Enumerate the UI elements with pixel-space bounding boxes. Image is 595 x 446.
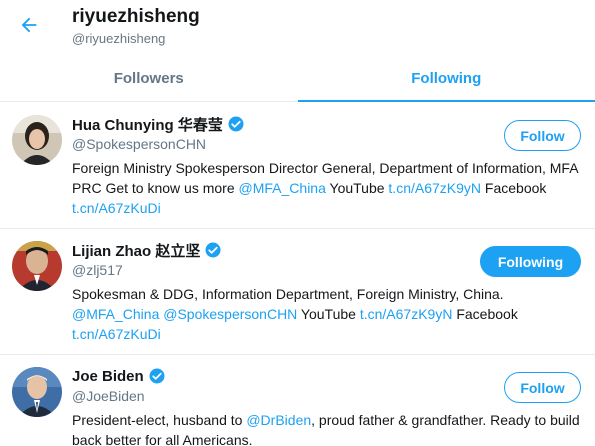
bio-link[interactable]: @MFA_China — [239, 180, 326, 196]
tab-bar: Followers Following — [0, 55, 595, 102]
avatar[interactable] — [12, 367, 62, 417]
bio-text: Spokesman & DDG, Information Department,… — [72, 286, 504, 302]
bio-link[interactable]: t.cn/A67zK9yN — [360, 306, 453, 322]
bio-text: Facebook — [452, 306, 518, 322]
bio-link[interactable]: t.cn/A67zKuDi — [72, 200, 161, 216]
arrow-left-icon — [21, 17, 37, 33]
bio-link[interactable]: t.cn/A67zK9yN — [388, 180, 481, 196]
page-handle: @riyuezhisheng — [72, 31, 166, 46]
user-bio: President-elect, husband to @DrBiden, pr… — [72, 410, 581, 446]
header: riyuezhisheng @riyuezhisheng — [0, 0, 595, 54]
bio-link[interactable]: @SpokespersonCHN — [163, 306, 297, 322]
back-button[interactable] — [14, 10, 44, 40]
bio-text: YouTube — [297, 306, 360, 322]
verified-badge-icon — [227, 115, 245, 133]
bio-link[interactable]: @DrBiden — [246, 412, 311, 428]
bio-text: President-elect, husband to — [72, 412, 247, 428]
following-page: riyuezhisheng @riyuezhisheng Followers F… — [0, 0, 595, 446]
user-card[interactable]: Joe Biden @JoeBiden President-elect, hus… — [0, 355, 595, 446]
page-title: riyuezhisheng — [72, 6, 200, 27]
tab-followers[interactable]: Followers — [0, 55, 298, 101]
verified-badge-icon — [148, 367, 166, 385]
bio-text: YouTube — [325, 180, 389, 196]
user-name[interactable]: Hua Chunying 华春莹 — [72, 114, 223, 135]
user-bio: Spokesman & DDG, Information Department,… — [72, 284, 581, 344]
bio-link[interactable]: t.cn/A67zKuDi — [72, 326, 161, 342]
user-card[interactable]: Lijian Zhao 赵立坚 @zlj517 Spokesman & DDG,… — [0, 229, 595, 355]
bio-link[interactable]: @MFA_China — [72, 306, 159, 322]
user-name[interactable]: Lijian Zhao 赵立坚 — [72, 240, 200, 261]
bio-text: Facebook — [481, 180, 547, 196]
user-name[interactable]: Joe Biden — [72, 368, 144, 385]
tab-following[interactable]: Following — [297, 55, 595, 102]
avatar[interactable] — [12, 241, 62, 291]
user-bio: Foreign Ministry Spokesperson Director G… — [72, 158, 581, 218]
follow-button[interactable]: Follow — [504, 372, 581, 403]
user-list: Hua Chunying 华春莹 @SpokespersonCHN Foreig… — [0, 103, 595, 446]
avatar[interactable] — [12, 115, 62, 165]
verified-badge-icon — [204, 241, 222, 259]
following-button[interactable]: Following — [480, 246, 581, 277]
follow-button[interactable]: Follow — [504, 120, 581, 151]
user-card[interactable]: Hua Chunying 华春莹 @SpokespersonCHN Foreig… — [0, 103, 595, 229]
